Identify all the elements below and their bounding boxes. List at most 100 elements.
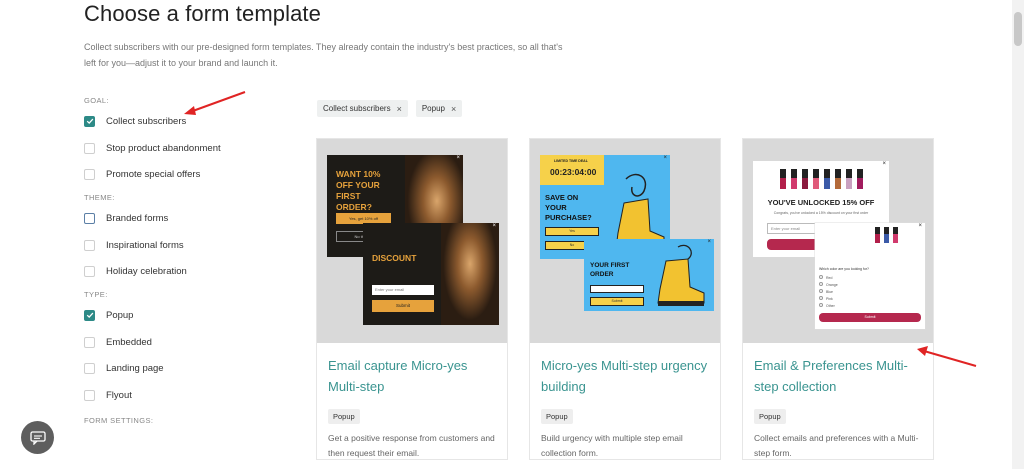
option-holiday-celebration[interactable]: Holiday celebration: [84, 258, 284, 285]
option-inspirational-forms[interactable]: Inspirational forms: [84, 232, 284, 259]
option-label: Flyout: [106, 390, 132, 402]
card-description: Get a positive response from customers a…: [328, 433, 495, 458]
preview-email-input: [590, 285, 644, 293]
checkbox[interactable]: [84, 142, 95, 154]
chat-bubble-icon: [29, 430, 46, 445]
preview-submit-button: Submit: [590, 297, 644, 306]
option-popup[interactable]: Popup: [84, 302, 284, 329]
option-label: Stop product abandonment: [106, 142, 221, 154]
option-label: Collect subscribers: [106, 115, 187, 127]
option-label: Landing page: [106, 363, 164, 375]
checkbox-checked[interactable]: [84, 115, 95, 127]
choice-item: Blue: [819, 289, 838, 296]
type-group-label: TYPE:: [84, 290, 108, 300]
nail-polish-image: [759, 165, 883, 189]
template-preview[interactable]: LIMITED TIME DEAL 00:23:04:00 SAVE ON YO…: [530, 139, 720, 343]
template-preview[interactable]: WANT 10% OFF YOUR FIRST ORDER? Yes, get …: [317, 139, 507, 343]
timer-banner: LIMITED TIME DEAL 00:23:04:00: [540, 155, 604, 185]
checkbox[interactable]: [84, 390, 95, 402]
preview-headline2: DISCOUNT: [372, 253, 417, 263]
popup-step2-mock: Which color are you looking for? Red Ora…: [815, 223, 925, 329]
checkbox[interactable]: [84, 212, 95, 224]
preview-headline: YOU'VE UNLOCKED 15% OFF: [767, 198, 875, 207]
close-icon[interactable]: ×: [451, 104, 456, 114]
filter-chip-popup: Popup ×: [415, 100, 463, 117]
checkbox[interactable]: [84, 336, 95, 348]
check-icon: [86, 118, 93, 125]
template-card[interactable]: LIMITED TIME DEAL 00:23:04:00 SAVE ON YO…: [529, 138, 721, 460]
yellow-boot-image: [657, 244, 705, 306]
active-filters: Collect subscribers × Popup ×: [317, 100, 463, 117]
page-title: Choose a form template: [84, 1, 321, 26]
option-promote-special-offers[interactable]: Promote special offers: [84, 161, 284, 188]
close-icon: ×: [456, 155, 460, 161]
popup-step2-mock: YOUR FIRST ORDER Submit ×: [584, 239, 714, 311]
popup-step2-mock: DISCOUNT Enter your email Submit ×: [363, 223, 499, 325]
check-icon: [86, 313, 93, 319]
preview-kicker: LIMITED TIME DEAL: [554, 159, 588, 163]
page-description: Collect subscribers with our pre-designe…: [84, 42, 563, 68]
template-card[interactable]: YOU'VE UNLOCKED 15% OFF Congrats, you've…: [742, 138, 934, 460]
option-stop-product-abandonment[interactable]: Stop product abandonment: [84, 135, 284, 162]
option-label: Promote special offers: [106, 169, 201, 181]
option-flyout[interactable]: Flyout: [84, 382, 284, 409]
preview-submit-button: Submit: [372, 300, 434, 312]
close-icon: ×: [492, 223, 496, 229]
option-label: Branded forms: [106, 212, 169, 224]
template-preview[interactable]: YOU'VE UNLOCKED 15% OFF Congrats, you've…: [743, 139, 933, 343]
option-collect-subscribers[interactable]: Collect subscribers: [84, 108, 284, 135]
type-badge: Popup: [328, 409, 360, 424]
filter-sidebar: GOAL: Collect subscribers Stop product a…: [84, 96, 284, 428]
option-label: Embedded: [106, 336, 152, 348]
preview-submit-button: Submit: [819, 313, 921, 322]
checkbox[interactable]: [84, 169, 95, 181]
scrollbar[interactable]: [1012, 0, 1024, 469]
type-badge: Popup: [541, 409, 573, 424]
chip-label: Popup: [421, 104, 445, 113]
preview-email-input: Enter your email: [372, 285, 434, 295]
choice-item: Orange: [819, 282, 838, 289]
card-description: Collect emails and preferences with a Mu…: [754, 433, 919, 458]
close-icon: ×: [882, 161, 886, 167]
card-title[interactable]: Email & Preferences Multi-step collectio…: [743, 355, 933, 399]
woman-photo-image: [441, 223, 499, 325]
preview-headline2: YOUR FIRST ORDER: [590, 262, 630, 278]
option-label: Popup: [106, 309, 134, 321]
preview-question: Which color are you looking for?: [819, 267, 869, 271]
option-label: Inspirational forms: [106, 239, 184, 251]
type-badge: Popup: [754, 409, 786, 424]
template-card[interactable]: WANT 10% OFF YOUR FIRST ORDER? Yes, get …: [316, 138, 508, 460]
card-description: Build urgency with multiple step email c…: [541, 433, 683, 458]
checkbox[interactable]: [84, 266, 95, 278]
preview-choices: Red Orange Blue Pink Other: [819, 275, 838, 310]
choice-item: Other: [819, 303, 838, 310]
option-landing-page[interactable]: Landing page: [84, 356, 284, 383]
checkbox[interactable]: [84, 363, 95, 375]
checkbox[interactable]: [84, 239, 95, 251]
card-title[interactable]: Micro-yes Multi-step urgency building: [530, 355, 720, 399]
theme-group-label: THEME:: [84, 193, 115, 203]
preview-subtext: Congrats, you've unlocked a 15% discount…: [773, 211, 869, 215]
option-embedded[interactable]: Embedded: [84, 329, 284, 356]
card-title[interactable]: Email capture Micro-yes Multi-step: [317, 355, 507, 399]
preview-yes-button: Yes: [545, 227, 599, 236]
chip-label: Collect subscribers: [323, 104, 391, 113]
nail-polish-image: [875, 227, 898, 243]
preview-headline: WANT 10% OFF YOUR FIRST ORDER?: [336, 169, 381, 212]
checkbox-checked[interactable]: [84, 309, 95, 321]
preview-timer: 00:23:04:00: [550, 167, 597, 177]
close-icon[interactable]: ×: [397, 104, 402, 114]
option-label: Holiday celebration: [106, 266, 187, 278]
chat-button[interactable]: [21, 421, 54, 454]
preview-headline: SAVE ON YOUR PURCHASE?: [545, 193, 592, 222]
filter-chip-collect-subscribers: Collect subscribers ×: [317, 100, 408, 117]
choice-item: Red: [819, 275, 838, 282]
close-icon: ×: [707, 239, 711, 245]
scrollbar-thumb[interactable]: [1014, 12, 1022, 46]
close-icon: ×: [663, 155, 667, 161]
form-settings-label: FORM SETTINGS:: [84, 415, 154, 425]
goal-group-label: GOAL:: [84, 96, 109, 105]
close-icon: ×: [918, 223, 922, 229]
choice-item: Pink: [819, 296, 838, 303]
option-branded-forms[interactable]: Branded forms: [84, 205, 284, 232]
